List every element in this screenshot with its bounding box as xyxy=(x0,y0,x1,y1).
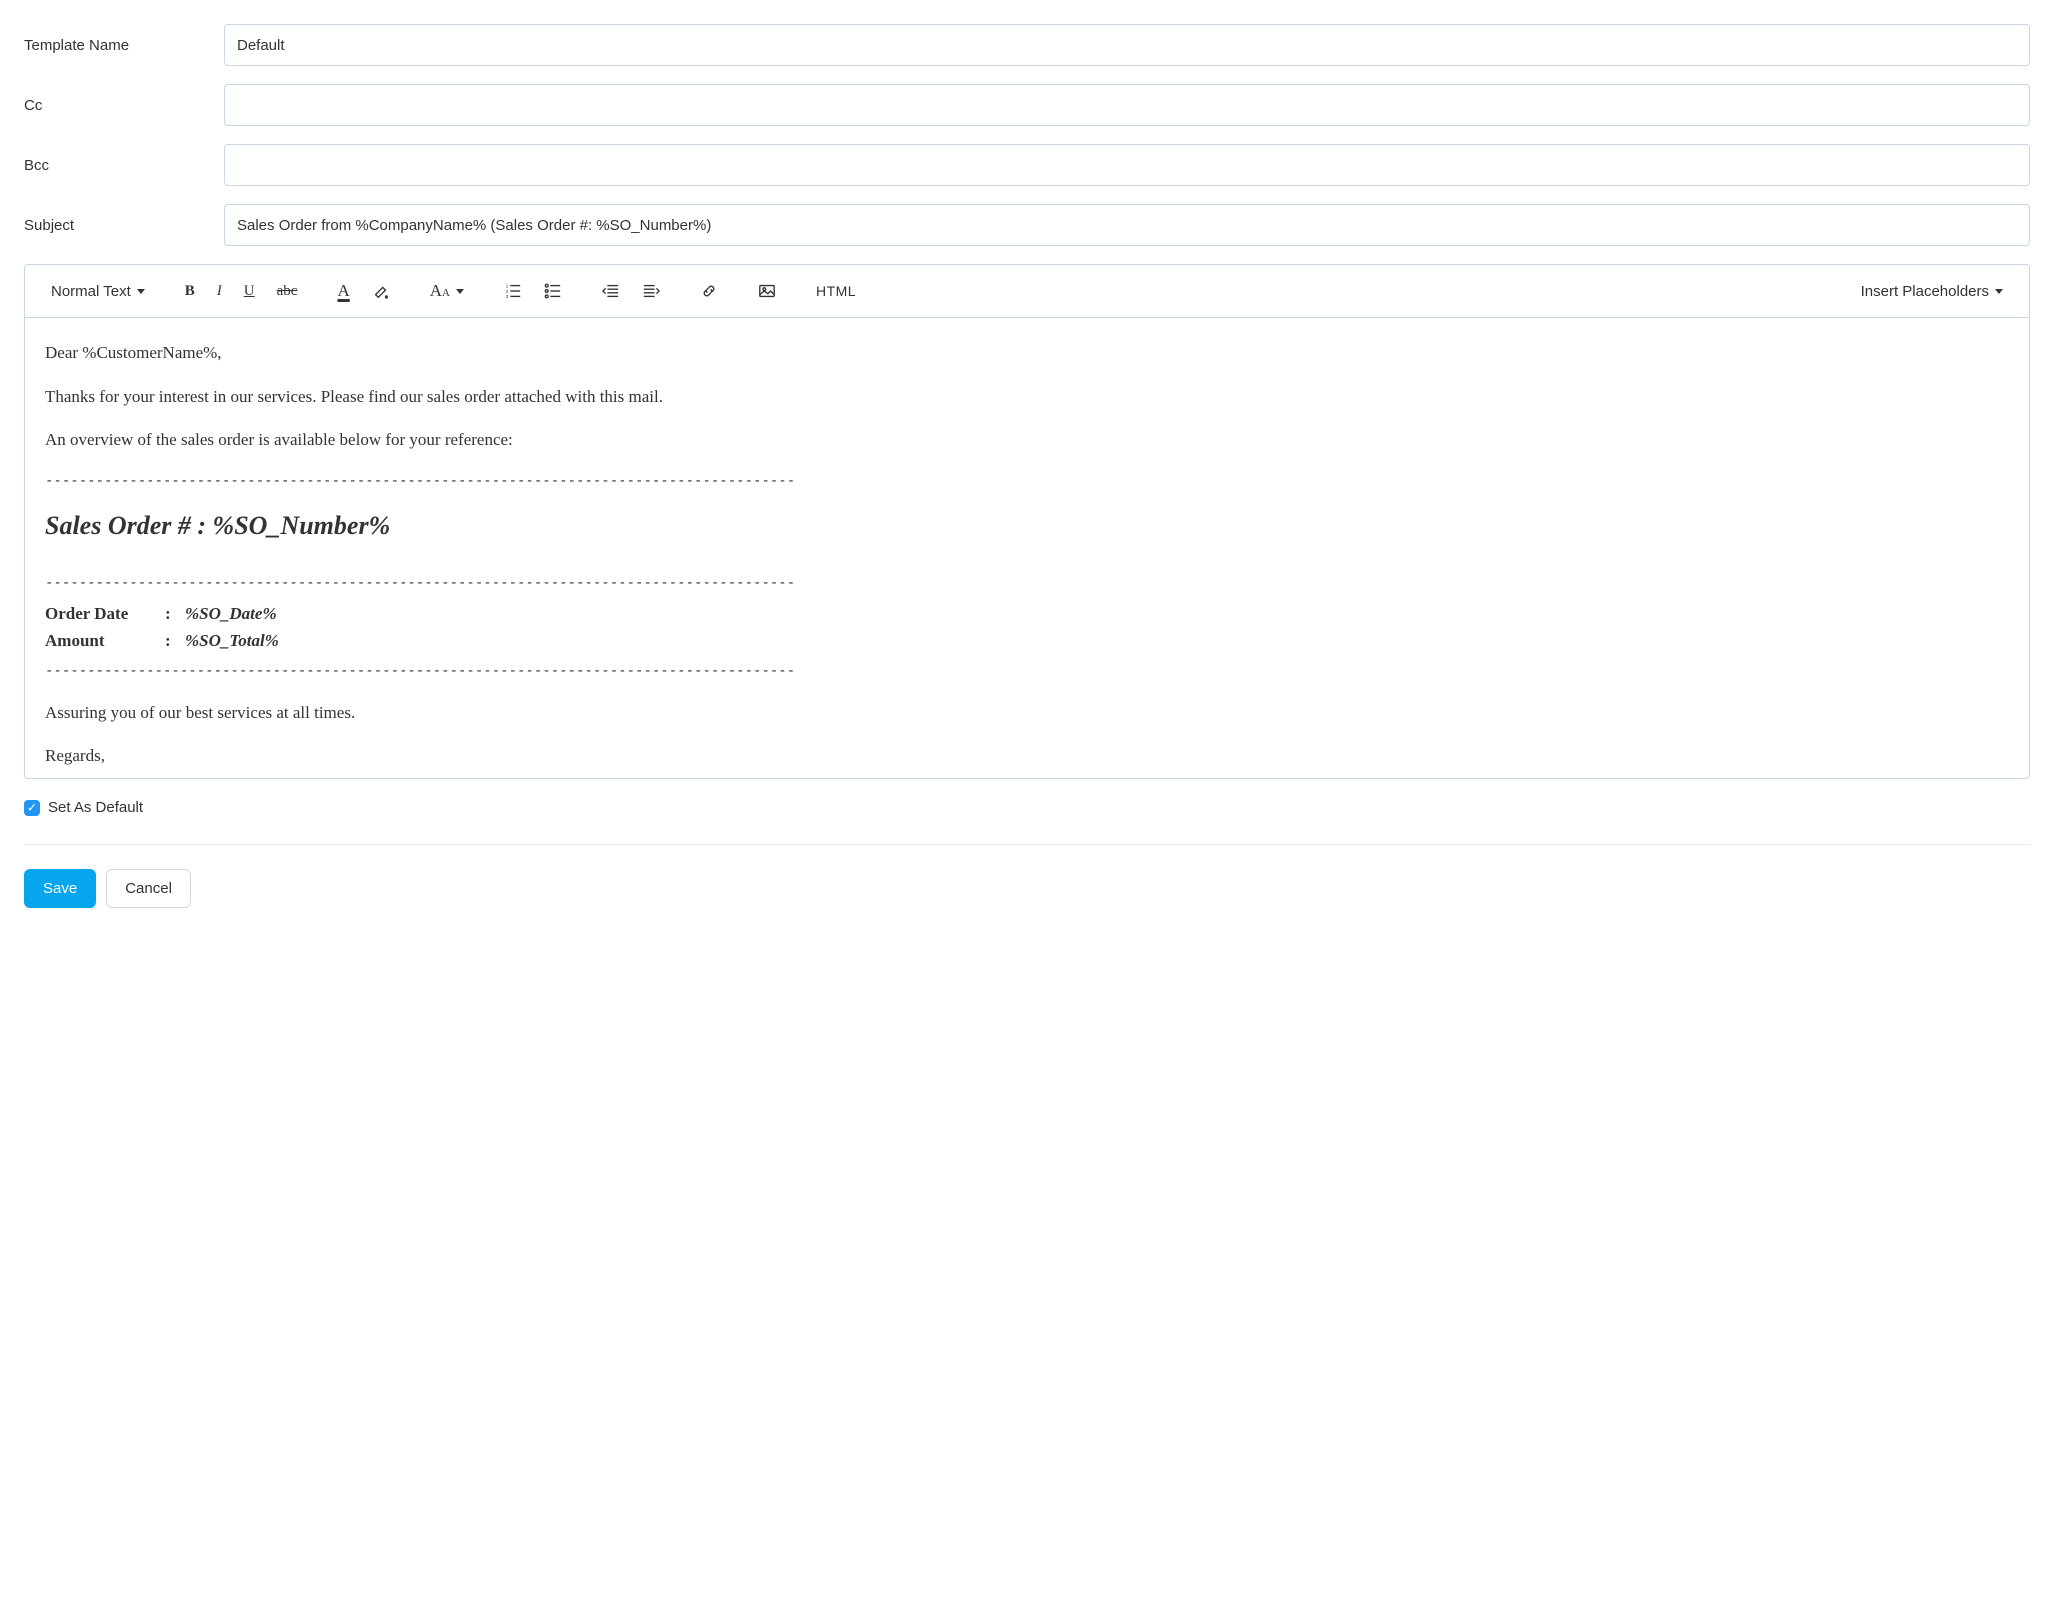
image-button[interactable] xyxy=(750,278,784,304)
insert-placeholders-dropdown[interactable]: Insert Placeholders xyxy=(1853,279,2011,304)
html-source-button[interactable]: HTML xyxy=(808,279,864,303)
strikethrough-button[interactable]: abc xyxy=(269,279,306,304)
body-dash-1: ----------------------------------------… xyxy=(45,471,2009,492)
cc-input[interactable] xyxy=(224,84,2030,126)
set-as-default-checkbox[interactable] xyxy=(24,800,40,816)
cancel-button[interactable]: Cancel xyxy=(106,869,191,908)
outdent-button[interactable] xyxy=(594,278,628,304)
indent-button[interactable] xyxy=(634,278,668,304)
body-closing1: Assuring you of our best services at all… xyxy=(45,700,2009,726)
subject-input[interactable] xyxy=(224,204,2030,246)
table-row: Amount:%SO_Total% xyxy=(45,627,287,655)
block-format-dropdown[interactable]: Normal Text xyxy=(43,279,153,304)
underline-button[interactable]: U xyxy=(236,279,263,304)
bcc-label: Bcc xyxy=(24,157,224,174)
row-value: %SO_Total% xyxy=(185,627,287,655)
subject-label: Subject xyxy=(24,217,224,234)
unordered-list-button[interactable] xyxy=(536,278,570,304)
editor-container: Normal Text B I U abc A AA 123 xyxy=(24,264,2030,779)
template-name-input[interactable] xyxy=(224,24,2030,66)
svg-text:2: 2 xyxy=(506,289,509,294)
template-name-label: Template Name xyxy=(24,37,224,54)
table-row: Order Date:%SO_Date% xyxy=(45,600,287,628)
bold-button[interactable]: B xyxy=(177,279,203,304)
body-dash-2: ----------------------------------------… xyxy=(45,573,2009,594)
link-button[interactable] xyxy=(692,278,726,304)
row-value: %SO_Date% xyxy=(185,600,287,628)
bcc-input[interactable] xyxy=(224,144,2030,186)
order-summary-table: Order Date:%SO_Date%Amount:%SO_Total% xyxy=(45,600,287,655)
insert-placeholders-label: Insert Placeholders xyxy=(1861,283,1989,300)
background-color-button[interactable] xyxy=(364,278,398,304)
editor-body[interactable]: Dear %CustomerName%, Thanks for your int… xyxy=(25,318,2029,778)
row-colon: : xyxy=(165,600,185,628)
row-key: Amount xyxy=(45,627,165,655)
font-size-dropdown[interactable]: AA xyxy=(422,277,472,305)
body-closing2: Regards, xyxy=(45,743,2009,769)
cc-label: Cc xyxy=(24,97,224,114)
editor-toolbar: Normal Text B I U abc A AA 123 xyxy=(25,265,2029,318)
body-line2: An overview of the sales order is availa… xyxy=(45,427,2009,453)
body-order-heading: Sales Order # : %SO_Number% xyxy=(45,506,2009,545)
svg-text:1: 1 xyxy=(506,283,509,288)
save-button[interactable]: Save xyxy=(24,869,96,908)
body-greeting: Dear %CustomerName%, xyxy=(45,340,2009,366)
chevron-down-icon xyxy=(137,289,145,294)
font-color-button[interactable]: A xyxy=(329,277,357,305)
action-footer: Save Cancel xyxy=(24,844,2030,908)
row-key: Order Date xyxy=(45,600,165,628)
block-format-label: Normal Text xyxy=(51,283,131,300)
row-colon: : xyxy=(165,627,185,655)
chevron-down-icon xyxy=(1995,289,2003,294)
chevron-down-icon xyxy=(456,289,464,294)
italic-button[interactable]: I xyxy=(209,279,230,304)
set-as-default-label: Set As Default xyxy=(48,799,143,816)
body-line1: Thanks for your interest in our services… xyxy=(45,384,2009,410)
ordered-list-button[interactable]: 123 xyxy=(496,278,530,304)
body-dash-3: ----------------------------------------… xyxy=(45,661,2009,682)
svg-text:3: 3 xyxy=(506,294,509,299)
